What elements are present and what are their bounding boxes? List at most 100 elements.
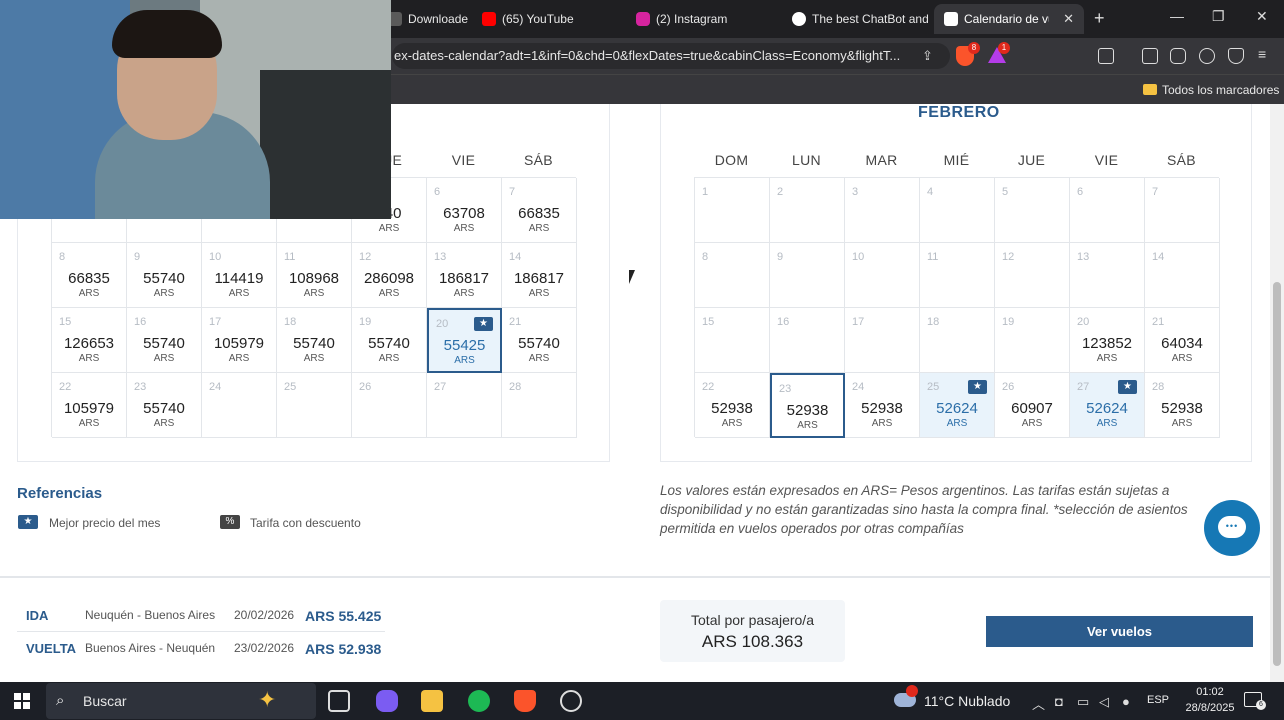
day-fare-cell[interactable]: 9 55740 ARS [127, 243, 202, 308]
fare-price: 108968 [288, 270, 340, 287]
weather-text[interactable]: 11°C Nublado [924, 693, 1010, 709]
day-fare-cell[interactable]: 22 52938 ARS [695, 373, 770, 438]
day-fare-cell[interactable]: 23 52938 ARS [770, 373, 845, 438]
day-fare-cell[interactable]: 25 ★ 52624 ARS [920, 373, 995, 438]
day-number: 18 [284, 316, 297, 328]
scrollbar-thumb[interactable] [1273, 282, 1281, 666]
leg-date-return: 23/02/2026 [234, 641, 295, 655]
minimize-icon[interactable]: — [1170, 8, 1184, 24]
all-bookmarks-link[interactable]: Todos los marcadores [1162, 83, 1279, 97]
fare-currency: ARS [528, 288, 550, 299]
day-fare-cell[interactable]: 24 52938 ARS [845, 373, 920, 438]
spotify-icon[interactable] [468, 690, 490, 712]
day-fare-cell[interactable]: 18 55740 ARS [277, 308, 352, 373]
day-cell: 25 [277, 373, 352, 438]
day-cell: 3 [845, 178, 920, 243]
day-fare-cell[interactable]: 13 186817 ARS [427, 243, 502, 308]
day-fare-cell[interactable]: 28 52938 ARS [1145, 373, 1220, 438]
sidebar-icon[interactable] [1142, 48, 1158, 64]
day-fare-cell[interactable]: 11 108968 ARS [277, 243, 352, 308]
leg-price-return: ARS 52.938 [305, 641, 382, 657]
address-bar[interactable]: ex-dates-calendar?adt=1&inf=0&chd=0&flex… [392, 43, 950, 69]
weekday-label: JUE [1017, 152, 1046, 168]
day-fare-cell[interactable]: 14 186817 ARS [502, 243, 577, 308]
day-number: 9 [134, 251, 141, 263]
new-tab-button[interactable]: + [1094, 8, 1105, 29]
volume-icon[interactable]: ◁ [1099, 694, 1109, 710]
language-indicator[interactable]: ESP [1147, 694, 1169, 706]
leo-ai-icon[interactable] [1199, 48, 1215, 64]
day-fare-cell[interactable]: 12 286098 ARS [352, 243, 427, 308]
day-number: 8 [702, 251, 709, 263]
chevron-up-icon[interactable]: ︿ [1032, 694, 1045, 713]
tab-instagram[interactable]: (2) Instagram [626, 4, 766, 34]
total-label: Total por pasajero/a [691, 612, 814, 628]
task-view-icon[interactable] [328, 690, 350, 712]
day-number: 13 [1077, 251, 1090, 263]
day-fare-cell[interactable]: 8 66835 ARS [52, 243, 127, 308]
camera-icon[interactable]: ◘ [1055, 694, 1063, 709]
day-fare-cell[interactable]: 6 63708 ARS [427, 178, 502, 243]
day-fare-cell[interactable]: 21 55740 ARS [502, 308, 577, 373]
network-icon[interactable]: ▭ [1077, 694, 1089, 710]
windows-start-icon[interactable] [14, 693, 30, 709]
menu-icon[interactable]: ≡ [1258, 46, 1266, 62]
webcam-overlay [0, 0, 391, 219]
day-fare-cell[interactable]: 19 55740 ARS [352, 308, 427, 373]
calendar-grid-february: 1 2 3 4 5 6 7 8 9 10 11 12 13 14 15 16 17 18 19 20 123852 ARS… [694, 177, 1220, 438]
day-fare-cell[interactable]: 7 66835 ARS [502, 178, 577, 243]
fare-price: 114419 [214, 270, 264, 287]
wallet-icon[interactable] [1170, 48, 1186, 64]
vpn-icon[interactable] [1228, 48, 1244, 64]
fare-price: 52938 [861, 400, 903, 417]
tab-label: Calendario de vu [964, 12, 1050, 26]
fare-price: 52938 [711, 400, 753, 417]
day-fare-cell[interactable]: 21 64034 ARS [1145, 308, 1220, 373]
day-fare-cell[interactable]: 15 126653 ARS [52, 308, 127, 373]
clock-time[interactable]: 01:02 [1190, 686, 1230, 698]
copilot-icon[interactable] [376, 690, 398, 712]
tab-youtube[interactable]: (65) YouTube [472, 4, 612, 34]
day-cell: 13 [1070, 243, 1145, 308]
tab-downloads[interactable]: Downloade [378, 4, 478, 34]
leg-type-outbound: IDA [26, 608, 49, 623]
ver-vuelos-button[interactable]: Ver vuelos [986, 616, 1253, 647]
day-fare-cell[interactable]: 20 ★ 55425 ARS [427, 308, 502, 373]
maximize-icon[interactable]: ❐ [1212, 8, 1225, 25]
tab-calendario[interactable]: Calendario de vu ✕ [934, 4, 1084, 34]
day-fare-cell[interactable]: 27 ★ 52624 ARS [1070, 373, 1145, 438]
day-cell: 8 [695, 243, 770, 308]
best-price-star-icon: ★ [968, 380, 987, 394]
tab-chatbot[interactable]: The best ChatBot and [782, 4, 928, 34]
chatgpt-icon[interactable] [560, 690, 582, 712]
leg-separator [17, 631, 385, 632]
day-fare-cell[interactable]: 23 55740 ARS [127, 373, 202, 438]
fare-currency: ARS [946, 418, 968, 429]
tab-label: (2) Instagram [656, 12, 728, 26]
day-fare-cell[interactable]: 10 114419 ARS [202, 243, 277, 308]
fare-price: 286098 [363, 270, 415, 287]
fare-currency: ARS [378, 288, 400, 299]
fare-price: 55740 [143, 335, 185, 352]
day-number: 28 [1152, 381, 1165, 393]
fare-price: 64034 [1161, 335, 1203, 352]
fare-price: 123852 [1081, 335, 1133, 352]
close-tab-icon[interactable]: ✕ [1063, 11, 1074, 27]
day-fare-cell[interactable]: 17 105979 ARS [202, 308, 277, 373]
brave-taskbar-icon[interactable] [514, 690, 536, 712]
day-fare-cell[interactable]: 26 60907 ARS [995, 373, 1070, 438]
share-icon[interactable]: ⇪ [922, 48, 938, 64]
microphone-icon[interactable]: ● [1122, 694, 1130, 709]
day-fare-cell[interactable]: 20 123852 ARS [1070, 308, 1145, 373]
file-explorer-icon[interactable] [421, 690, 443, 712]
day-number: 6 [434, 186, 441, 198]
close-window-icon[interactable]: ✕ [1256, 8, 1268, 25]
rewards-badge: 1 [998, 42, 1010, 54]
day-number: 20 [1077, 316, 1090, 328]
reader-mode-icon[interactable] [1098, 48, 1114, 64]
day-fare-cell[interactable]: 16 55740 ARS [127, 308, 202, 373]
clock-date[interactable]: 28/8/2025 [1178, 702, 1242, 714]
day-cell: 14 [1145, 243, 1220, 308]
day-cell: 4 [920, 178, 995, 243]
day-fare-cell[interactable]: 22 105979 ARS [52, 373, 127, 438]
